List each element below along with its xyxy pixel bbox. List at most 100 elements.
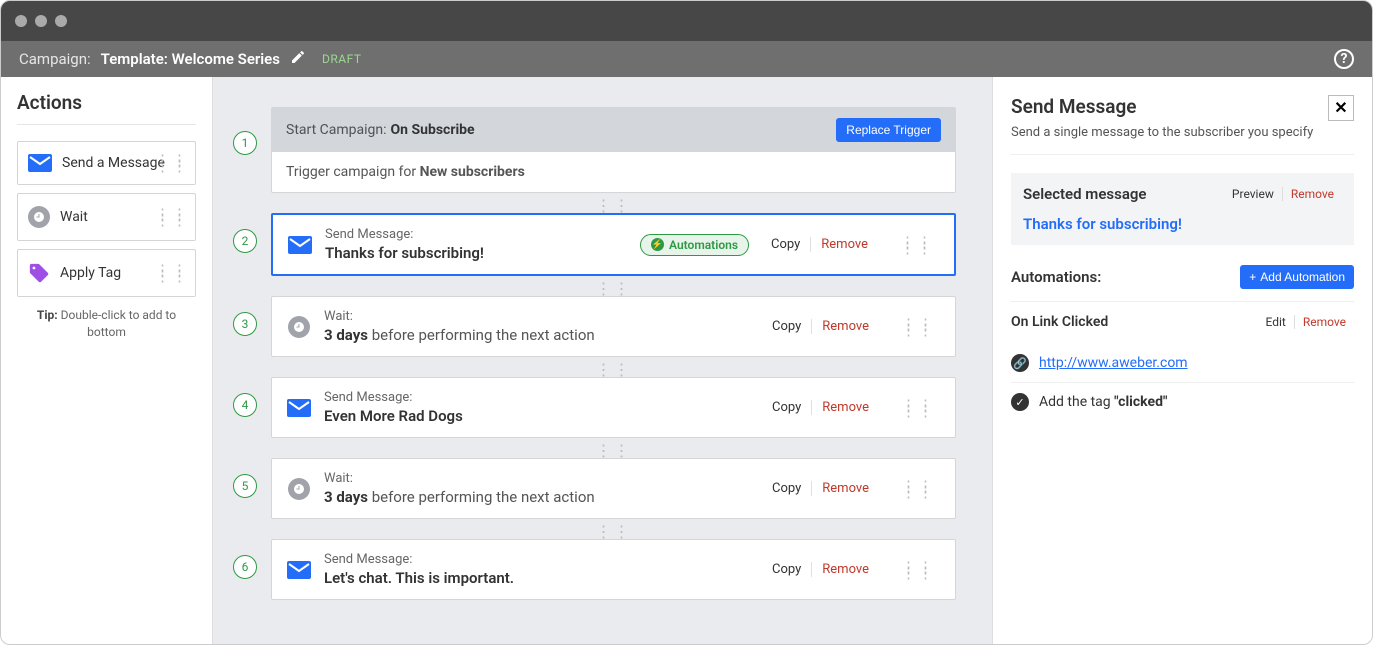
step-title: Even More Rad Dogs xyxy=(324,407,750,425)
clock-icon xyxy=(28,206,50,228)
check-icon: ✓ xyxy=(1011,393,1029,411)
step-label: Wait: xyxy=(324,309,750,324)
edit-name-icon[interactable] xyxy=(290,49,306,69)
remove-step-button[interactable]: Remove xyxy=(810,237,878,252)
drag-handle-icon[interactable]: ⋮⋮⋮⋮ xyxy=(155,157,189,169)
connector-dots: ⋮⋮ xyxy=(596,448,632,458)
mail-icon xyxy=(286,399,312,417)
details-panel: Send Message ✕ Send a single message to … xyxy=(992,77,1372,644)
automation-tag-text: Add the tag "clicked" xyxy=(1039,394,1167,410)
drag-handle-icon[interactable]: ⋮⋮⋮⋮ xyxy=(891,321,941,333)
action-send-message[interactable]: Send a Message ⋮⋮⋮⋮ xyxy=(17,141,196,185)
step-label: Send Message: xyxy=(325,227,628,242)
drag-handle-icon[interactable]: ⋮⋮⋮⋮ xyxy=(891,564,941,576)
copy-step-button[interactable]: Copy xyxy=(762,562,811,577)
step-card-send-message[interactable]: Send Message: Even More Rad Dogs Copy Re… xyxy=(271,377,956,438)
action-label: Send a Message xyxy=(62,155,165,171)
wait-description: 3 days before performing the next action xyxy=(324,488,750,506)
step-number: 2 xyxy=(233,229,257,253)
drag-handle-icon[interactable]: ⋮⋮⋮⋮ xyxy=(155,267,189,279)
campaign-status: DRAFT xyxy=(322,52,362,66)
drag-handle-icon[interactable]: ⋮⋮⋮⋮ xyxy=(155,211,189,223)
connector-dots: ⋮⋮ xyxy=(596,529,632,539)
campaign-label: Campaign: xyxy=(19,50,91,68)
mail-icon xyxy=(286,561,312,579)
clock-icon xyxy=(286,478,312,500)
close-panel-button[interactable]: ✕ xyxy=(1328,95,1354,121)
traffic-maximize[interactable] xyxy=(55,15,67,27)
step-number: 4 xyxy=(233,393,257,417)
step-card-wait[interactable]: Wait: 3 days before performing the next … xyxy=(271,296,956,357)
campaign-canvas: 1 Start Campaign: On Subscribe Replace T… xyxy=(213,77,992,644)
step-title: Let's chat. This is important. xyxy=(324,569,750,587)
connector-dots: ⋮⋮ xyxy=(596,367,632,377)
remove-message-button[interactable]: Remove xyxy=(1282,187,1342,201)
help-icon[interactable]: ? xyxy=(1334,49,1354,69)
remove-step-button[interactable]: Remove xyxy=(811,319,879,334)
panel-title: Send Message xyxy=(1011,95,1328,118)
connector-dots: ⋮⋮ xyxy=(596,203,632,213)
copy-step-button[interactable]: Copy xyxy=(762,481,811,496)
automations-heading: Automations: xyxy=(1011,268,1240,286)
remove-step-button[interactable]: Remove xyxy=(811,400,879,415)
automation-block: On Link Clicked Edit Remove 🔗 http://www… xyxy=(1011,301,1354,421)
selected-message-box: Selected message Preview Remove Thanks f… xyxy=(1011,173,1354,245)
drag-handle-icon[interactable]: ⋮⋮⋮⋮ xyxy=(891,402,941,414)
trigger-card[interactable]: Start Campaign: On Subscribe Replace Tri… xyxy=(271,107,956,193)
connector-dots: ⋮⋮ xyxy=(596,286,632,296)
drag-handle-icon[interactable]: ⋮⋮⋮⋮ xyxy=(890,239,940,251)
step-card-wait[interactable]: Wait: 3 days before performing the next … xyxy=(271,458,956,519)
traffic-minimize[interactable] xyxy=(35,15,47,27)
step-label: Wait: xyxy=(324,471,750,486)
step-label: Send Message: xyxy=(324,390,750,405)
sidebar-title: Actions xyxy=(17,91,196,114)
mail-icon xyxy=(287,236,313,254)
replace-trigger-button[interactable]: Replace Trigger xyxy=(836,118,941,142)
edit-automation-button[interactable]: Edit xyxy=(1258,315,1294,329)
step-title: Thanks for subscribing! xyxy=(325,244,628,262)
trigger-header-value: On Subscribe xyxy=(391,122,475,138)
plus-icon: + xyxy=(1249,270,1256,284)
trigger-header-prefix: Start Campaign: xyxy=(286,122,387,138)
mail-icon xyxy=(28,154,52,172)
tag-icon xyxy=(28,262,50,284)
sidebar-tip: Tip: Double-click to add to bottom xyxy=(17,307,196,341)
preview-button[interactable]: Preview xyxy=(1224,187,1282,201)
action-apply-tag[interactable]: Apply Tag ⋮⋮⋮⋮ xyxy=(17,249,196,297)
action-wait[interactable]: Wait ⋮⋮⋮⋮ xyxy=(17,193,196,241)
add-automation-button[interactable]: + Add Automation xyxy=(1240,265,1354,289)
actions-sidebar: Actions Send a Message ⋮⋮⋮⋮ Wait ⋮⋮⋮⋮ xyxy=(1,77,213,644)
wait-description: 3 days before performing the next action xyxy=(324,326,750,344)
clock-icon xyxy=(286,316,312,338)
link-icon: 🔗 xyxy=(1011,354,1029,372)
remove-step-button[interactable]: Remove xyxy=(811,562,879,577)
panel-description: Send a single message to the subscriber … xyxy=(1011,125,1354,155)
campaign-name: Template: Welcome Series xyxy=(101,50,280,68)
action-label: Wait xyxy=(60,209,88,225)
automation-link[interactable]: http://www.aweber.com xyxy=(1039,355,1188,371)
step-number: 5 xyxy=(233,474,257,498)
step-number: 6 xyxy=(233,555,257,579)
automation-title: On Link Clicked xyxy=(1011,314,1258,330)
action-label: Apply Tag xyxy=(60,265,121,281)
copy-step-button[interactable]: Copy xyxy=(762,319,811,334)
trigger-body-value: New subscribers xyxy=(420,164,525,180)
copy-step-button[interactable]: Copy xyxy=(762,400,811,415)
automations-badge[interactable]: ⚡ Automations xyxy=(640,234,749,256)
copy-step-button[interactable]: Copy xyxy=(761,237,810,252)
step-card-send-message[interactable]: Send Message: Let's chat. This is import… xyxy=(271,539,956,600)
traffic-close[interactable] xyxy=(15,15,27,27)
remove-automation-button[interactable]: Remove xyxy=(1294,315,1354,329)
remove-step-button[interactable]: Remove xyxy=(811,481,879,496)
step-number: 3 xyxy=(233,312,257,336)
lightning-icon: ⚡ xyxy=(651,238,664,251)
selected-message-heading: Selected message xyxy=(1023,185,1224,203)
step-card-send-message[interactable]: Send Message: Thanks for subscribing! ⚡ … xyxy=(271,213,956,276)
app-toolbar: Campaign: Template: Welcome Series DRAFT… xyxy=(1,41,1372,77)
step-label: Send Message: xyxy=(324,552,750,567)
drag-handle-icon[interactable]: ⋮⋮⋮⋮ xyxy=(891,483,941,495)
trigger-body-prefix: Trigger campaign for xyxy=(286,164,416,180)
step-number: 1 xyxy=(233,131,257,155)
selected-message-link[interactable]: Thanks for subscribing! xyxy=(1023,215,1342,233)
window-titlebar xyxy=(1,1,1372,41)
